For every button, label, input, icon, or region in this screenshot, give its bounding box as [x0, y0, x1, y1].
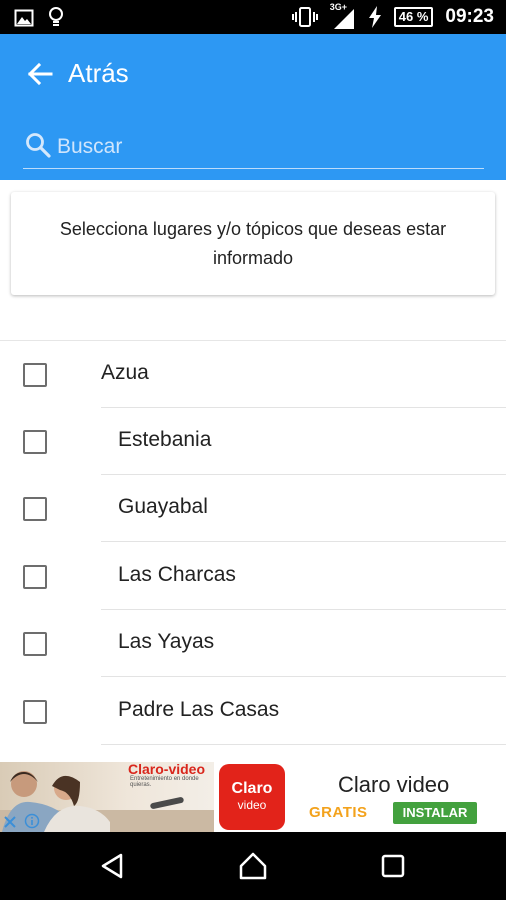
recents-square-icon[interactable] [377, 850, 409, 882]
page-title: Atrás [68, 58, 129, 88]
list-item-las-yayas[interactable]: Las Yayas [0, 610, 506, 677]
info-text: Selecciona lugares y/o tópicos que desea… [59, 218, 447, 268]
clock: 09:23 [445, 6, 494, 27]
ad-title: Claro video [338, 772, 450, 797]
battery-indicator: 46 % [393, 7, 434, 27]
list-item-label: Las Charcas [118, 563, 236, 586]
ad-brand-subtitle: Entretenimiento en donde quieras. [130, 776, 199, 788]
checkbox[interactable] [23, 363, 47, 387]
home-icon[interactable] [237, 850, 269, 882]
arrow-left-icon [27, 62, 53, 86]
list-item-label: Padre Las Casas [118, 698, 280, 721]
claro-video-logo: Claro video [219, 764, 285, 830]
logo-text-line2: video [237, 798, 267, 812]
lightbulb-icon [49, 7, 63, 26]
list-item-azua[interactable]: Azua [0, 341, 506, 408]
app-bar: Atrás [0, 34, 506, 180]
ad-banner[interactable]: Claro-video Entretenimiento en donde qui… [0, 762, 506, 832]
row-divider [101, 541, 506, 542]
image-icon [14, 9, 34, 27]
status-bar: 3G+ 46 % 09:23 [0, 0, 506, 34]
navigation-bar [0, 832, 506, 900]
list-item-las-charcas[interactable]: Las Charcas [0, 543, 506, 610]
list-item-label: Azua [101, 361, 149, 384]
charging-icon [368, 6, 381, 28]
list-item-label: Las Yayas [118, 630, 215, 653]
install-button[interactable]: INSTALAR [393, 802, 477, 824]
ad-brand: Claro-video [128, 762, 206, 777]
search-input[interactable] [57, 130, 477, 164]
checkbox[interactable] [23, 497, 47, 521]
checkbox[interactable] [23, 430, 47, 454]
search-icon [26, 133, 51, 158]
close-icon[interactable] [2, 814, 18, 830]
vibrate-icon [291, 7, 318, 27]
back-triangle-icon[interactable] [97, 850, 129, 882]
list-item-estebania[interactable]: Estebania [0, 408, 506, 475]
checkbox[interactable] [23, 700, 47, 724]
ad-tagline: GRATIS [309, 804, 368, 821]
ad-info-icon[interactable] [24, 813, 40, 829]
list-item-label: Estebania [118, 428, 212, 451]
row-divider [101, 744, 506, 745]
checkbox[interactable] [23, 632, 47, 656]
list-item-padre-las-casas[interactable]: Padre Las Casas [0, 678, 506, 745]
back-button[interactable] [24, 58, 56, 90]
list-item-label: Guayabal [118, 495, 208, 518]
signal-icon: 3G+ [330, 2, 356, 29]
search-bar[interactable] [23, 130, 484, 169]
logo-text-line1: Claro [231, 780, 273, 797]
row-divider [101, 676, 506, 677]
info-card: Selecciona lugares y/o tópicos que desea… [11, 192, 495, 295]
list-item-guayabal[interactable]: Guayabal [0, 475, 506, 542]
checkbox[interactable] [23, 565, 47, 589]
